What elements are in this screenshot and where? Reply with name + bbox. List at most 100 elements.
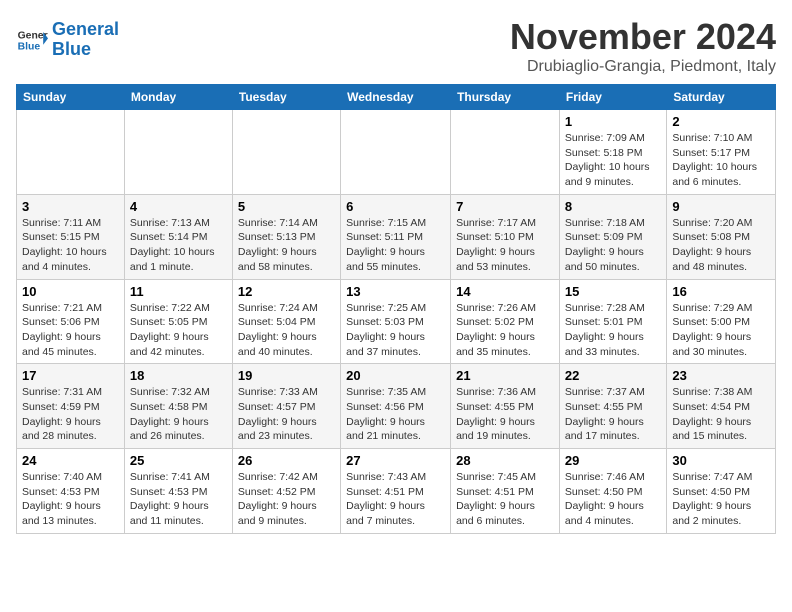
day-info: Sunrise: 7:21 AM Sunset: 5:06 PM Dayligh… — [22, 302, 102, 358]
day-info: Sunrise: 7:24 AM Sunset: 5:04 PM Dayligh… — [238, 302, 318, 358]
day-info: Sunrise: 7:33 AM Sunset: 4:57 PM Dayligh… — [238, 386, 318, 442]
day-info: Sunrise: 7:31 AM Sunset: 4:59 PM Dayligh… — [22, 386, 102, 442]
day-number: 3 — [22, 199, 119, 214]
weekday-header-monday: Monday — [124, 85, 232, 110]
day-info: Sunrise: 7:43 AM Sunset: 4:51 PM Dayligh… — [346, 471, 426, 527]
day-info: Sunrise: 7:40 AM Sunset: 4:53 PM Dayligh… — [22, 471, 102, 527]
day-info: Sunrise: 7:32 AM Sunset: 4:58 PM Dayligh… — [130, 386, 210, 442]
day-info: Sunrise: 7:41 AM Sunset: 4:53 PM Dayligh… — [130, 471, 210, 527]
calendar-cell: 18 Sunrise: 7:32 AM Sunset: 4:58 PM Dayli… — [124, 364, 232, 449]
calendar-cell — [17, 110, 125, 195]
day-number: 28 — [456, 453, 554, 468]
day-number: 25 — [130, 453, 227, 468]
calendar-cell — [124, 110, 232, 195]
day-number: 5 — [238, 199, 335, 214]
header: General Blue GeneralBlue November 2024 D… — [16, 16, 776, 76]
day-info: Sunrise: 7:45 AM Sunset: 4:51 PM Dayligh… — [456, 471, 536, 527]
day-number: 24 — [22, 453, 119, 468]
day-info: Sunrise: 7:38 AM Sunset: 4:54 PM Dayligh… — [672, 386, 752, 442]
month-title: November 2024 — [510, 16, 776, 58]
calendar-cell: 4Sunrise: 7:13 AM Sunset: 5:14 PM Daylig… — [124, 194, 232, 279]
calendar-cell: 5 Sunrise: 7:14 AM Sunset: 5:13 PM Daylig… — [232, 194, 340, 279]
day-info: Sunrise: 7:46 AM Sunset: 4:50 PM Dayligh… — [565, 471, 645, 527]
day-number: 9 — [672, 199, 770, 214]
day-number: 6 — [346, 199, 445, 214]
weekday-header-sunday: Sunday — [17, 85, 125, 110]
day-number: 14 — [456, 284, 554, 299]
day-info: Sunrise: 7:47 AM Sunset: 4:50 PM Dayligh… — [672, 471, 752, 527]
location-title: Drubiaglio-Grangia, Piedmont, Italy — [510, 58, 776, 76]
calendar-week-3: 10 Sunrise: 7:21 AM Sunset: 5:06 PM Dayli… — [17, 279, 776, 364]
logo-name: GeneralBlue — [52, 20, 119, 60]
calendar-cell: 12 Sunrise: 7:24 AM Sunset: 5:04 PM Dayli… — [232, 279, 340, 364]
calendar-cell: 17Sunrise: 7:31 AM Sunset: 4:59 PM Dayli… — [17, 364, 125, 449]
calendar-cell: 23 Sunrise: 7:38 AM Sunset: 4:54 PM Dayli… — [667, 364, 776, 449]
day-number: 19 — [238, 368, 335, 383]
calendar-cell: 9 Sunrise: 7:20 AM Sunset: 5:08 PM Daylig… — [667, 194, 776, 279]
calendar-week-4: 17Sunrise: 7:31 AM Sunset: 4:59 PM Dayli… — [17, 364, 776, 449]
calendar-cell: 26 Sunrise: 7:42 AM Sunset: 4:52 PM Dayli… — [232, 449, 340, 534]
calendar-week-5: 24 Sunrise: 7:40 AM Sunset: 4:53 PM Dayli… — [17, 449, 776, 534]
day-info: Sunrise: 7:22 AM Sunset: 5:05 PM Dayligh… — [130, 302, 210, 358]
day-info: Sunrise: 7:11 AM Sunset: 5:15 PM Dayligh… — [22, 217, 107, 273]
day-number: 29 — [565, 453, 661, 468]
calendar-cell: 11Sunrise: 7:22 AM Sunset: 5:05 PM Dayli… — [124, 279, 232, 364]
weekday-header-tuesday: Tuesday — [232, 85, 340, 110]
day-info: Sunrise: 7:14 AM Sunset: 5:13 PM Dayligh… — [238, 217, 318, 273]
calendar-cell: 27Sunrise: 7:43 AM Sunset: 4:51 PM Dayli… — [341, 449, 451, 534]
day-number: 26 — [238, 453, 335, 468]
calendar-cell: 16 Sunrise: 7:29 AM Sunset: 5:00 PM Dayli… — [667, 279, 776, 364]
day-number: 7 — [456, 199, 554, 214]
title-section: November 2024 Drubiaglio-Grangia, Piedmo… — [510, 16, 776, 76]
day-number: 23 — [672, 368, 770, 383]
calendar-cell: 20 Sunrise: 7:35 AM Sunset: 4:56 PM Dayli… — [341, 364, 451, 449]
day-number: 18 — [130, 368, 227, 383]
day-number: 13 — [346, 284, 445, 299]
calendar-cell: 21 Sunrise: 7:36 AM Sunset: 4:55 PM Dayli… — [451, 364, 560, 449]
day-number: 2 — [672, 114, 770, 129]
day-info: Sunrise: 7:20 AM Sunset: 5:08 PM Dayligh… — [672, 217, 752, 273]
day-number: 21 — [456, 368, 554, 383]
svg-text:Blue: Blue — [18, 41, 41, 52]
day-info: Sunrise: 7:42 AM Sunset: 4:52 PM Dayligh… — [238, 471, 318, 527]
day-info: Sunrise: 7:36 AM Sunset: 4:55 PM Dayligh… — [456, 386, 536, 442]
calendar-cell: 19 Sunrise: 7:33 AM Sunset: 4:57 PM Dayli… — [232, 364, 340, 449]
calendar-cell: 24 Sunrise: 7:40 AM Sunset: 4:53 PM Dayli… — [17, 449, 125, 534]
day-info: Sunrise: 7:18 AM Sunset: 5:09 PM Dayligh… — [565, 217, 645, 273]
day-info: Sunrise: 7:09 AM Sunset: 5:18 PM Dayligh… — [565, 132, 650, 188]
day-info: Sunrise: 7:26 AM Sunset: 5:02 PM Dayligh… — [456, 302, 536, 358]
calendar-cell: 30Sunrise: 7:47 AM Sunset: 4:50 PM Dayli… — [667, 449, 776, 534]
calendar-cell: 13 Sunrise: 7:25 AM Sunset: 5:03 PM Dayli… — [341, 279, 451, 364]
day-info: Sunrise: 7:37 AM Sunset: 4:55 PM Dayligh… — [565, 386, 645, 442]
day-info: Sunrise: 7:29 AM Sunset: 5:00 PM Dayligh… — [672, 302, 752, 358]
calendar-table: SundayMondayTuesdayWednesdayThursdayFrid… — [16, 84, 776, 534]
day-info: Sunrise: 7:17 AM Sunset: 5:10 PM Dayligh… — [456, 217, 536, 273]
day-number: 22 — [565, 368, 661, 383]
calendar-cell: 6Sunrise: 7:15 AM Sunset: 5:11 PM Daylig… — [341, 194, 451, 279]
weekday-header-friday: Friday — [559, 85, 666, 110]
calendar-cell — [232, 110, 340, 195]
day-number: 10 — [22, 284, 119, 299]
calendar-cell: 29 Sunrise: 7:46 AM Sunset: 4:50 PM Dayli… — [559, 449, 666, 534]
calendar-week-2: 3 Sunrise: 7:11 AM Sunset: 5:15 PM Daylig… — [17, 194, 776, 279]
weekday-header-saturday: Saturday — [667, 85, 776, 110]
day-number: 8 — [565, 199, 661, 214]
weekday-header-thursday: Thursday — [451, 85, 560, 110]
calendar-cell: 14 Sunrise: 7:26 AM Sunset: 5:02 PM Dayli… — [451, 279, 560, 364]
calendar-cell: 25 Sunrise: 7:41 AM Sunset: 4:53 PM Dayli… — [124, 449, 232, 534]
day-info: Sunrise: 7:35 AM Sunset: 4:56 PM Dayligh… — [346, 386, 426, 442]
day-number: 12 — [238, 284, 335, 299]
calendar-cell: 3 Sunrise: 7:11 AM Sunset: 5:15 PM Daylig… — [17, 194, 125, 279]
day-number: 1 — [565, 114, 661, 129]
calendar-cell: 8 Sunrise: 7:18 AM Sunset: 5:09 PM Daylig… — [559, 194, 666, 279]
calendar-cell — [451, 110, 560, 195]
day-number: 20 — [346, 368, 445, 383]
calendar-cell: 7 Sunrise: 7:17 AM Sunset: 5:10 PM Daylig… — [451, 194, 560, 279]
calendar-cell: 22 Sunrise: 7:37 AM Sunset: 4:55 PM Dayli… — [559, 364, 666, 449]
day-info: Sunrise: 7:10 AM Sunset: 5:17 PM Dayligh… — [672, 132, 757, 188]
day-info: Sunrise: 7:28 AM Sunset: 5:01 PM Dayligh… — [565, 302, 645, 358]
calendar-cell: 28 Sunrise: 7:45 AM Sunset: 4:51 PM Dayli… — [451, 449, 560, 534]
day-number: 16 — [672, 284, 770, 299]
day-info: Sunrise: 7:25 AM Sunset: 5:03 PM Dayligh… — [346, 302, 426, 358]
day-number: 15 — [565, 284, 661, 299]
